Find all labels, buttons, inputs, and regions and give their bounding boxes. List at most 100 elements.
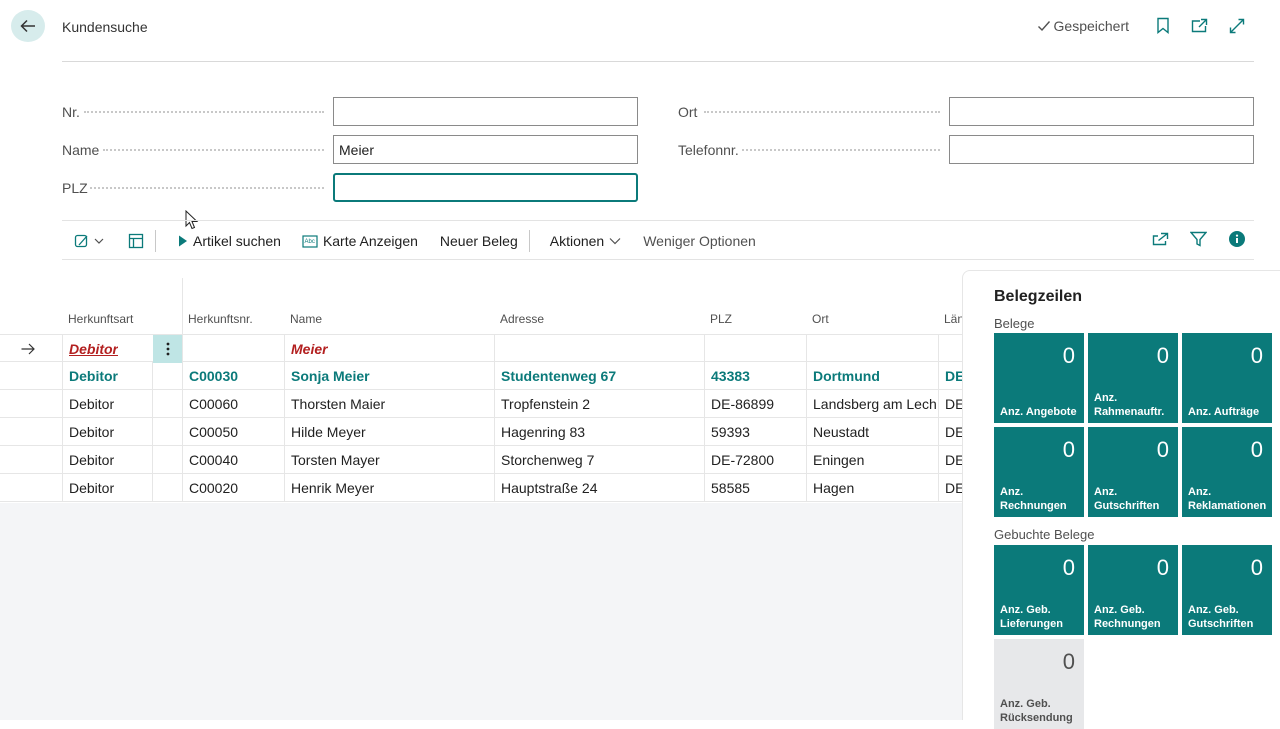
- row-menu-button[interactable]: [153, 335, 182, 363]
- svg-text:Abc: Abc: [304, 239, 314, 245]
- cell-land: DE: [945, 452, 962, 468]
- column-header-herkunftsart[interactable]: Herkunftsart: [68, 312, 133, 326]
- tile-value: 0: [1062, 437, 1075, 462]
- cell-divider: [806, 335, 807, 363]
- tile-value: 0: [1250, 555, 1263, 580]
- cell-divider: [152, 418, 153, 446]
- show-as-list-button[interactable]: [117, 226, 155, 256]
- arrow-right-icon: [21, 343, 35, 355]
- tile-geb-ruecksendung[interactable]: 0 Anz. Geb. Rücksendung: [994, 639, 1084, 729]
- tile-label: Anz. Reklamationen: [1188, 486, 1267, 512]
- tile-geb-lieferungen[interactable]: 0 Anz. Geb. Lieferungen: [994, 545, 1084, 635]
- tile-value: 0: [1062, 343, 1075, 368]
- cell-adresse: Hagenring 83: [501, 424, 586, 440]
- tile-label: Anz. Rechnungen: [1000, 486, 1067, 512]
- cell-ort: Neustadt: [813, 424, 870, 440]
- cell-divider: [938, 390, 939, 418]
- cell-ort: Eningen: [813, 452, 865, 468]
- cell-adresse: Storchenweg 7: [501, 452, 595, 468]
- expand-button[interactable]: [1227, 16, 1246, 35]
- cell-land: DE: [945, 368, 962, 384]
- cell-ort: Dortmund: [813, 368, 880, 384]
- tile-reklamationen[interactable]: 0 Anz. Reklamationen: [1182, 427, 1272, 517]
- cell-herkunftsnr[interactable]: C00040: [189, 452, 238, 468]
- aktionen-label: Aktionen: [549, 233, 605, 249]
- column-header-herkunftsnr[interactable]: Herkunftsnr.: [188, 312, 253, 326]
- cell-herkunftsart[interactable]: Debitor: [69, 341, 118, 357]
- tile-angebote[interactable]: 0 Anz. Angebote: [994, 333, 1084, 423]
- table-row[interactable]: Debitor C00040 Torsten Mayer Storchenweg 7 D…: [0, 446, 962, 474]
- back-button[interactable]: [11, 10, 45, 42]
- cell-divider: [284, 362, 285, 390]
- open-new-window-icon: [1191, 18, 1208, 33]
- column-header-adresse[interactable]: Adresse: [500, 312, 544, 326]
- tile-value: 0: [1250, 343, 1263, 368]
- cell-divider: [806, 418, 807, 446]
- share-button[interactable]: [1151, 229, 1170, 248]
- table-row[interactable]: Debitor C00020 Henrik Meyer Hauptstraße 24 5…: [0, 474, 962, 502]
- artikel-suchen-button[interactable]: Artikel suchen: [156, 226, 292, 256]
- bookmark-button[interactable]: [1153, 16, 1172, 35]
- cell-divider: [152, 390, 153, 418]
- checkmark-icon: [1037, 20, 1050, 31]
- tile-label: Anz. Geb. Lieferungen: [1000, 604, 1063, 630]
- table-row[interactable]: Debitor C00060 Thorsten Maier Tropfenstein …: [0, 390, 962, 418]
- neuer-beleg-button[interactable]: Neuer Beleg: [429, 226, 529, 256]
- info-button[interactable]: [1227, 229, 1246, 248]
- column-divider: [182, 278, 183, 334]
- tile-geb-rechnungen[interactable]: 0 Anz. Geb. Rechnungen: [1088, 545, 1178, 635]
- tile-gutschriften[interactable]: 0 Anz. Gutschriften: [1088, 427, 1178, 517]
- plz-input[interactable]: [333, 173, 638, 202]
- tile-label: Anz. Angebote: [1000, 406, 1077, 418]
- cell-adresse: Studentenweg 67: [501, 368, 617, 384]
- cell-herkunftsnr[interactable]: C00020: [189, 480, 238, 496]
- cell-divider: [704, 390, 705, 418]
- cell-name[interactable]: Meier: [291, 341, 328, 357]
- column-header-ort[interactable]: Ort: [812, 312, 829, 326]
- cell-divider: [62, 474, 63, 502]
- filter-button[interactable]: [1189, 229, 1208, 248]
- edit-list-button[interactable]: [62, 226, 117, 256]
- cell-herkunftsnr[interactable]: C00050: [189, 424, 238, 440]
- artikel-suchen-label: Artikel suchen: [193, 233, 281, 249]
- karte-anzeigen-button[interactable]: Abc Karte Anzeigen: [292, 226, 429, 256]
- tile-label: Anz. Aufträge: [1188, 406, 1260, 418]
- tile-value: 0: [1250, 437, 1263, 462]
- cell-divider: [704, 418, 705, 446]
- aktionen-menu[interactable]: Aktionen: [530, 226, 632, 256]
- cell-herkunftsnr[interactable]: C00030: [189, 368, 238, 384]
- cell-divider: [704, 335, 705, 363]
- column-header-plz[interactable]: PLZ: [710, 312, 732, 326]
- action-toolbar: Artikel suchen Abc Karte Anzeigen Neuer …: [62, 226, 767, 256]
- table-row-input[interactable]: Debitor Meier: [0, 334, 962, 363]
- cell-divider: [182, 474, 183, 502]
- cell-herkunftsnr[interactable]: C00060: [189, 396, 238, 412]
- tile-auftraege[interactable]: 0 Anz. Aufträge: [1182, 333, 1272, 423]
- ort-input[interactable]: [949, 97, 1254, 126]
- cell-name: Torsten Mayer: [291, 452, 380, 468]
- cell-herkunftsart: Debitor: [69, 424, 115, 440]
- name-input[interactable]: [333, 135, 638, 164]
- cell-divider: [494, 418, 495, 446]
- table-row[interactable]: Debitor C00050 Hilde Meyer Hagenring 83 5939…: [0, 418, 962, 446]
- cell-divider: [494, 362, 495, 390]
- table-row[interactable]: Debitor C00030 Sonja Meier Studentenweg 67 4…: [0, 362, 962, 390]
- column-header-name[interactable]: Name: [290, 312, 322, 326]
- cell-divider: [938, 335, 939, 363]
- nr-input[interactable]: [333, 97, 638, 126]
- cell-divider: [938, 362, 939, 390]
- tile-label: Anz. Geb. Rechnungen: [1094, 604, 1161, 630]
- telefon-input[interactable]: [949, 135, 1254, 164]
- more-vertical-icon: [166, 342, 169, 356]
- cell-plz: 43383: [711, 368, 750, 384]
- tile-geb-gutschriften[interactable]: 0 Anz. Geb. Gutschriften: [1182, 545, 1272, 635]
- weniger-optionen-button[interactable]: Weniger Optionen: [632, 226, 767, 256]
- tile-rechnungen[interactable]: 0 Anz. Rechnungen: [994, 427, 1084, 517]
- tile-rahmenauftraege[interactable]: 0 Anz. Rahmenauftr.: [1088, 333, 1178, 423]
- cell-divider: [494, 390, 495, 418]
- open-new-window-button[interactable]: [1190, 16, 1209, 35]
- tile-value: 0: [1156, 343, 1169, 368]
- telefon-dots: [742, 149, 940, 151]
- saved-status: Gespeichert: [1037, 18, 1129, 34]
- cell-plz: 59393: [711, 424, 750, 440]
